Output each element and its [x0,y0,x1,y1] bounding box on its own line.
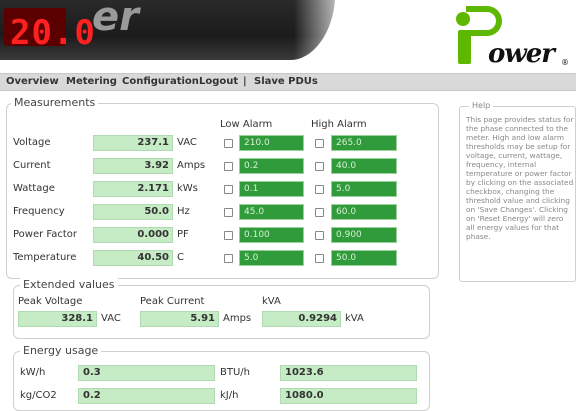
power-factor-low-alarm-input[interactable]: 0.100 [239,227,304,243]
temperature-label: Temperature [13,252,77,263]
current-unit: Amps [177,160,206,171]
lcd-display: 20.0 [4,8,95,52]
power-factor-unit: PF [177,229,189,240]
voltage-low-alarm-checkbox[interactable] [224,139,233,148]
wattage-low-alarm-input[interactable]: 0.1 [239,181,304,197]
frequency-high-alarm-checkbox[interactable] [315,208,324,217]
kjh-label: kJ/h [220,390,239,401]
wattage-high-alarm-input[interactable]: 5.0 [331,181,397,197]
wattage-value: 2.171 [93,181,173,197]
power-factor-value: 0.000 [93,227,173,243]
voltage-label: Voltage [13,137,51,148]
voltage-low-alarm-input[interactable]: 210.0 [239,135,304,151]
kgco2-value: 0.2 [78,388,215,404]
kva-unit: kVA [345,313,364,324]
temperature-high-alarm-checkbox[interactable] [315,254,324,263]
wattage-label: Wattage [13,183,55,194]
nav-overview[interactable]: Overview [6,74,59,90]
extended-values-legend: Extended values [20,278,118,291]
temperature-high-alarm-input[interactable]: 50.0 [331,250,397,266]
frequency-label: Frequency [13,206,65,217]
peak-current-label: Peak Current [140,296,205,307]
nav-metering[interactable]: Metering [66,74,117,90]
temperature-unit: C [177,252,184,263]
logo-i-stem [458,30,471,64]
nav-bar: Overview Metering Configuration Logout |… [0,73,576,91]
peak-current-unit: Amps [223,313,252,324]
frequency-value: 50.0 [93,204,173,220]
nav-configuration[interactable]: Configuration [122,74,199,90]
logo-registered: ® [561,58,569,67]
power-factor-low-alarm-checkbox[interactable] [224,231,233,240]
current-high-alarm-checkbox[interactable] [315,162,324,171]
low-alarm-header: Low Alarm [220,119,273,130]
btuh-value: 1023.6 [280,365,417,381]
frequency-low-alarm-input[interactable]: 45.0 [239,204,304,220]
device-brand-text: er [92,0,139,40]
peak-voltage-unit: VAC [101,313,121,324]
btuh-label: BTU/h [220,367,250,378]
measurements-legend: Measurements [11,96,99,109]
current-label: Current [13,160,51,171]
peak-voltage-label: Peak Voltage [18,296,83,307]
wattage-unit: kWs [177,183,198,194]
kva-value: 0.9294 [262,311,341,327]
help-legend: Help [469,101,494,111]
kwh-label: kW/h [20,367,46,378]
current-low-alarm-input[interactable]: 0.2 [239,158,304,174]
frequency-high-alarm-input[interactable]: 60.0 [331,204,397,220]
current-value: 3.92 [93,158,173,174]
peak-voltage-value: 328.1 [18,311,97,327]
kjh-value: 1080.0 [280,388,417,404]
energy-usage-legend: Energy usage [20,344,102,357]
power-factor-label: Power Factor [13,229,78,240]
device-fade [210,0,350,62]
current-low-alarm-checkbox[interactable] [224,162,233,171]
kva-label: kVA [262,296,281,307]
wattage-high-alarm-checkbox[interactable] [315,185,324,194]
voltage-high-alarm-input[interactable]: 265.0 [331,135,397,151]
power-factor-high-alarm-input[interactable]: 0.900 [331,227,397,243]
nav-logout[interactable]: Logout [199,74,238,90]
wattage-low-alarm-checkbox[interactable] [224,185,233,194]
voltage-unit: VAC [177,137,197,148]
voltage-high-alarm-checkbox[interactable] [315,139,324,148]
nav-separator: | [243,76,247,87]
lcd-readout: 20.0 [10,13,96,53]
kwh-value: 0.3 [78,365,215,381]
peak-current-value: 5.91 [140,311,219,327]
kgco2-label: kg/CO2 [20,390,57,401]
high-alarm-header: High Alarm [311,119,367,130]
logo-swoosh [466,6,502,36]
help-text: This page provides status for the phase … [466,115,574,241]
temperature-low-alarm-checkbox[interactable] [224,254,233,263]
frequency-unit: Hz [177,206,190,217]
nav-slave-pdus[interactable]: Slave PDUs [254,74,318,90]
temperature-value: 40.50 [93,250,173,266]
current-high-alarm-input[interactable]: 40.0 [331,158,397,174]
frequency-low-alarm-checkbox[interactable] [224,208,233,217]
temperature-low-alarm-input[interactable]: 5.0 [239,250,304,266]
power-factor-high-alarm-checkbox[interactable] [315,231,324,240]
voltage-value: 237.1 [93,135,173,151]
logo-text: ower [488,39,555,69]
